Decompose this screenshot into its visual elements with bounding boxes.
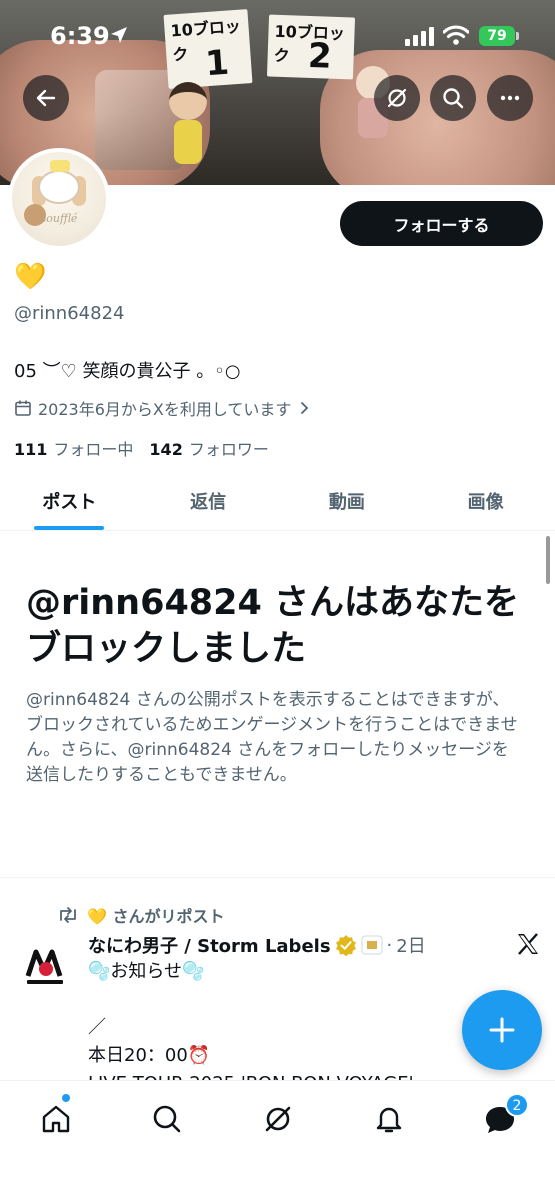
profile-handle: @rinn64824	[14, 303, 125, 324]
x-logo-icon	[518, 933, 538, 955]
repost-icon	[60, 907, 76, 923]
followers-count: 142	[149, 440, 183, 459]
nav-notifications[interactable]	[369, 1099, 409, 1139]
battery-tip	[516, 32, 519, 40]
scrollbar[interactable]	[546, 536, 550, 584]
tab-posts[interactable]: ポスト	[0, 475, 139, 530]
nav-grok[interactable]	[258, 1099, 298, 1139]
tab-videos[interactable]: 動画	[278, 475, 417, 530]
follow-button[interactable]: フォローする	[340, 201, 543, 246]
status-bar: 6:39 79	[0, 0, 555, 70]
follow-stats: 111 フォロー中 142 フォロワー	[14, 436, 269, 460]
display-name: 💛	[14, 262, 47, 292]
grok-button[interactable]	[374, 75, 420, 121]
affiliate-badge-icon	[361, 935, 383, 955]
followers-link[interactable]: 142 フォロワー	[149, 436, 268, 460]
profile-tabs: ポスト 返信 動画 画像	[0, 475, 555, 531]
tab-replies[interactable]: 返信	[139, 475, 278, 530]
post-text[interactable]: 🫧お知らせ🫧 ／ 本日20：00⏰ LIVE TOUR 2025 'BON BO…	[88, 958, 468, 1098]
chevron-right-icon	[301, 402, 309, 414]
signal-icon	[405, 27, 434, 46]
grok-icon	[265, 1106, 291, 1132]
post-author-name[interactable]: なにわ男子 / Storm Labels	[88, 932, 331, 958]
messages-badge: 2	[505, 1093, 529, 1117]
avatar-brand-text: soufflé	[40, 212, 78, 225]
calendar-icon	[15, 400, 31, 416]
banner-figure-1	[165, 82, 211, 164]
nav-home[interactable]	[36, 1099, 76, 1139]
verified-badge-icon	[335, 935, 356, 956]
more-button[interactable]	[487, 75, 533, 121]
repost-label: 💛 さんがリポスト	[87, 907, 225, 926]
plus-icon	[489, 1017, 515, 1043]
avatar-image: soufflé	[12, 152, 106, 246]
blocked-title: @rinn64824 さんはあなたをブロックしました	[26, 583, 520, 669]
notifications-icon	[376, 1107, 402, 1133]
naniwa-logo-icon	[25, 949, 63, 984]
search-icon	[153, 1105, 181, 1133]
nav-search[interactable]	[147, 1099, 187, 1139]
divider	[0, 877, 555, 878]
joined-date-text: 2023年6月からXを利用しています	[38, 400, 292, 419]
bottom-navigation: 2	[0, 1080, 555, 1200]
joined-date[interactable]: 2023年6月からXを利用しています	[14, 396, 311, 420]
status-time: 6:39	[50, 22, 110, 50]
repost-indicator: 💛 さんがリポスト	[57, 903, 225, 927]
profile-bio: 05 ︶♡ 笑顔の貴公子 。◦○	[14, 361, 241, 382]
grok-icon	[387, 88, 407, 108]
home-unread-dot	[62, 1094, 70, 1102]
following-link[interactable]: 111 フォロー中	[14, 436, 133, 460]
wifi-icon	[443, 25, 469, 45]
battery-indicator: 79	[479, 26, 515, 46]
post-date-separator: ·	[386, 934, 393, 956]
compose-button[interactable]	[462, 990, 542, 1070]
following-count: 111	[14, 440, 48, 459]
arrow-left-icon	[36, 89, 56, 107]
followers-label: フォロワー	[188, 440, 269, 459]
post-date[interactable]: 2日	[396, 932, 425, 958]
more-horizontal-icon	[500, 95, 520, 101]
home-icon	[42, 1105, 70, 1133]
search-icon	[443, 88, 464, 109]
blocked-body: @rinn64824 さんの公開ポストを表示することはできますが、ブロックされて…	[26, 690, 518, 785]
location-arrow-icon	[111, 27, 127, 43]
avatar[interactable]: soufflé	[8, 148, 110, 250]
search-button[interactable]	[430, 75, 476, 121]
active-tab-indicator	[34, 526, 105, 530]
post-author-avatar[interactable]	[20, 940, 70, 990]
post-header: なにわ男子 / Storm Labels · 2日	[88, 932, 426, 958]
following-label: フォロー中	[53, 440, 134, 459]
tab-images[interactable]: 画像	[416, 475, 555, 530]
back-button[interactable]	[23, 75, 69, 121]
